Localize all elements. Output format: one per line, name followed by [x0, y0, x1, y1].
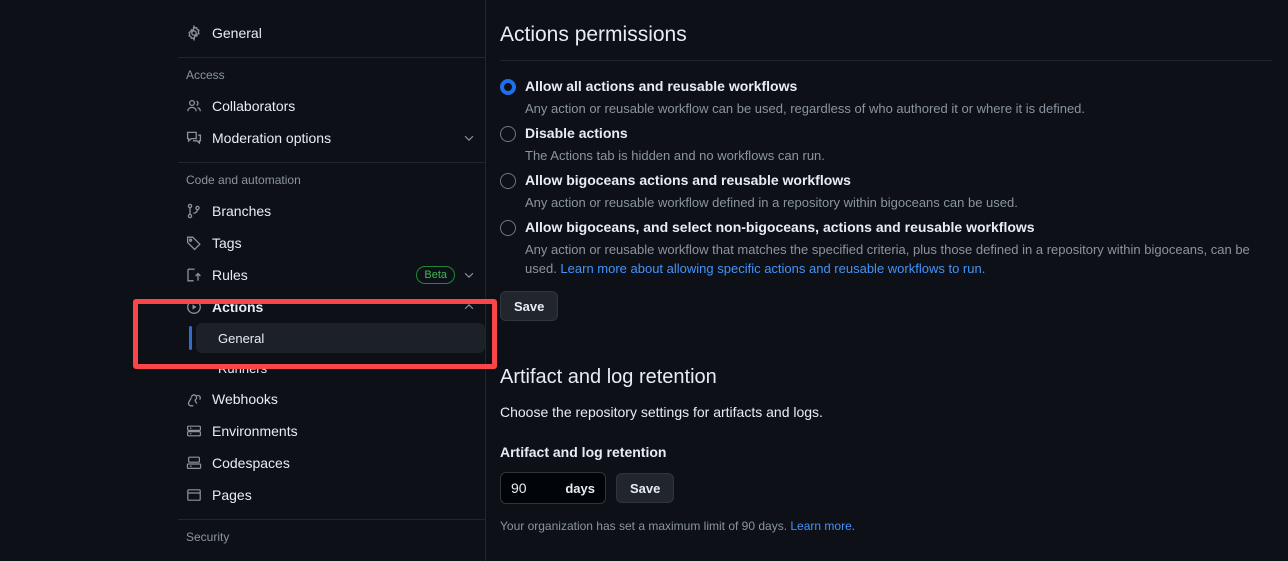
sidebar-section-title: Access: [186, 68, 225, 82]
radio-disable-actions[interactable]: [500, 126, 516, 143]
option-label: Allow bigoceans, and select non-bigocean…: [525, 219, 1035, 236]
sidebar-item-branches[interactable]: Branches: [178, 195, 485, 227]
sidebar-divider: [178, 162, 485, 163]
server-icon: [186, 423, 202, 439]
play-icon: [186, 299, 202, 315]
sidebar-divider: [178, 519, 485, 520]
retention-subtitle: Choose the repository settings for artif…: [500, 404, 823, 421]
radio-allow-bigoceans-actions[interactable]: [500, 173, 516, 190]
permission-option-allow-bigoceans-actions[interactable]: Allow bigoceans actions and reusable wor…: [500, 171, 1288, 212]
chevron-up-icon[interactable]: [461, 299, 477, 315]
sidebar-item-pages[interactable]: Pages: [178, 479, 485, 511]
save-retention-button[interactable]: Save: [616, 473, 675, 504]
save-permissions-button[interactable]: Save: [500, 291, 559, 322]
option-label: Allow bigoceans actions and reusable wor…: [525, 172, 851, 189]
sidebar-section-access: Access Collaborators Moderation options: [178, 66, 485, 154]
retention-days-value: 90: [511, 480, 527, 497]
retention-days-input[interactable]: 90 days: [500, 472, 606, 505]
section-divider: [500, 60, 1272, 62]
sidebar-section-title: Code and automation: [186, 173, 301, 187]
webhook-icon: [186, 391, 202, 407]
sidebar-item-label: Webhooks: [212, 391, 278, 407]
option-description: The Actions tab is hidden and no workflo…: [525, 148, 825, 164]
sidebar-item-label: Environments: [212, 423, 298, 439]
sidebar-item-label: Codespaces: [212, 455, 290, 471]
settings-page: General Access Collaborators Moderation …: [0, 0, 1288, 561]
sidebar-item-collaborators[interactable]: Collaborators: [178, 90, 485, 122]
rules-icon: [186, 267, 202, 283]
gear-icon: [186, 25, 202, 41]
option-label: Allow all actions and reusable workflows: [525, 78, 798, 95]
settings-sidebar: General Access Collaborators Moderation …: [178, 0, 486, 561]
learn-more-specific-actions-link[interactable]: Learn more about allowing specific actio…: [560, 261, 985, 276]
tag-icon: [186, 235, 202, 251]
chevron-down-icon[interactable]: [461, 130, 477, 146]
sidebar-section-security: Security: [178, 528, 485, 546]
sidebar-item-webhooks[interactable]: Webhooks: [178, 383, 485, 415]
sidebar-subitem-label: Runners: [218, 360, 268, 376]
comment-discussion-icon: [186, 130, 202, 146]
option-label: Disable actions: [525, 125, 628, 142]
sidebar-item-actions[interactable]: Actions: [178, 291, 485, 323]
sidebar-item-label: General: [212, 25, 262, 41]
status-badge: Beta: [416, 266, 455, 284]
sidebar-item-moderation-options[interactable]: Moderation options: [178, 122, 485, 154]
main-content: Actions permissions Allow all actions an…: [500, 0, 1288, 561]
option-description: Any action or reusable workflow defined …: [525, 195, 1018, 211]
page-title: Actions permissions: [500, 23, 687, 46]
sidebar-item-tags[interactable]: Tags: [178, 227, 485, 259]
permission-option-allow-bigoceans-and-select-non-bigoceans[interactable]: Allow bigoceans, and select non-bigocean…: [500, 218, 1288, 278]
retention-note-suffix: .: [851, 519, 856, 534]
sidebar-section-title: Security: [186, 530, 230, 544]
retention-field-label: Artifact and log retention: [500, 444, 667, 461]
browser-icon: [186, 487, 202, 503]
sidebar-item-codespaces[interactable]: Codespaces: [178, 447, 485, 479]
learn-more-retention-link[interactable]: Learn more: [790, 519, 851, 533]
radio-allow-all-actions[interactable]: [500, 79, 516, 96]
sidebar-item-label: Tags: [212, 235, 242, 251]
retention-days-unit: days: [565, 480, 595, 496]
sidebar-subitem-label: General: [218, 330, 265, 346]
retention-heading: Artifact and log retention: [500, 366, 717, 389]
sidebar-item-general[interactable]: General: [178, 17, 485, 49]
radio-allow-bigoceans-and-select-non-bigoceans[interactable]: [500, 220, 516, 237]
sidebar-item-environments[interactable]: Environments: [178, 415, 485, 447]
people-icon: [186, 98, 202, 114]
sidebar-item-label: Branches: [212, 203, 272, 219]
git-branch-icon: [186, 203, 202, 219]
sidebar-item-label: Collaborators: [212, 98, 296, 114]
sidebar-divider: [178, 57, 485, 58]
sidebar-subitem-actions-general[interactable]: General: [189, 323, 485, 353]
permission-option-allow-all-actions[interactable]: Allow all actions and reusable workflows…: [500, 77, 1288, 118]
chevron-down-icon[interactable]: [461, 267, 477, 283]
option-description: Any action or reusable workflow can be u…: [525, 101, 1086, 117]
retention-note-text: Your organization has set a maximum limi…: [500, 519, 791, 534]
permission-option-disable-actions[interactable]: Disable actions The Actions tab is hidde…: [500, 124, 1288, 165]
sidebar-item-label: Pages: [212, 487, 252, 503]
sidebar-item-label: Actions: [212, 299, 264, 315]
sidebar-item-rules[interactable]: Rules Beta: [178, 259, 485, 291]
sidebar-subitem-actions-runners[interactable]: Runners: [196, 353, 485, 383]
retention-note: Your organization has set a maximum limi…: [500, 517, 1288, 535]
sidebar-item-label: Rules: [212, 267, 248, 283]
sidebar-section-code-and-automation: Code and automation Branches Tags Rules …: [178, 171, 485, 511]
option-description: Any action or reusable workflow that mat…: [525, 240, 1285, 278]
codespaces-icon: [186, 455, 202, 471]
sidebar-item-label: Moderation options: [212, 130, 332, 146]
